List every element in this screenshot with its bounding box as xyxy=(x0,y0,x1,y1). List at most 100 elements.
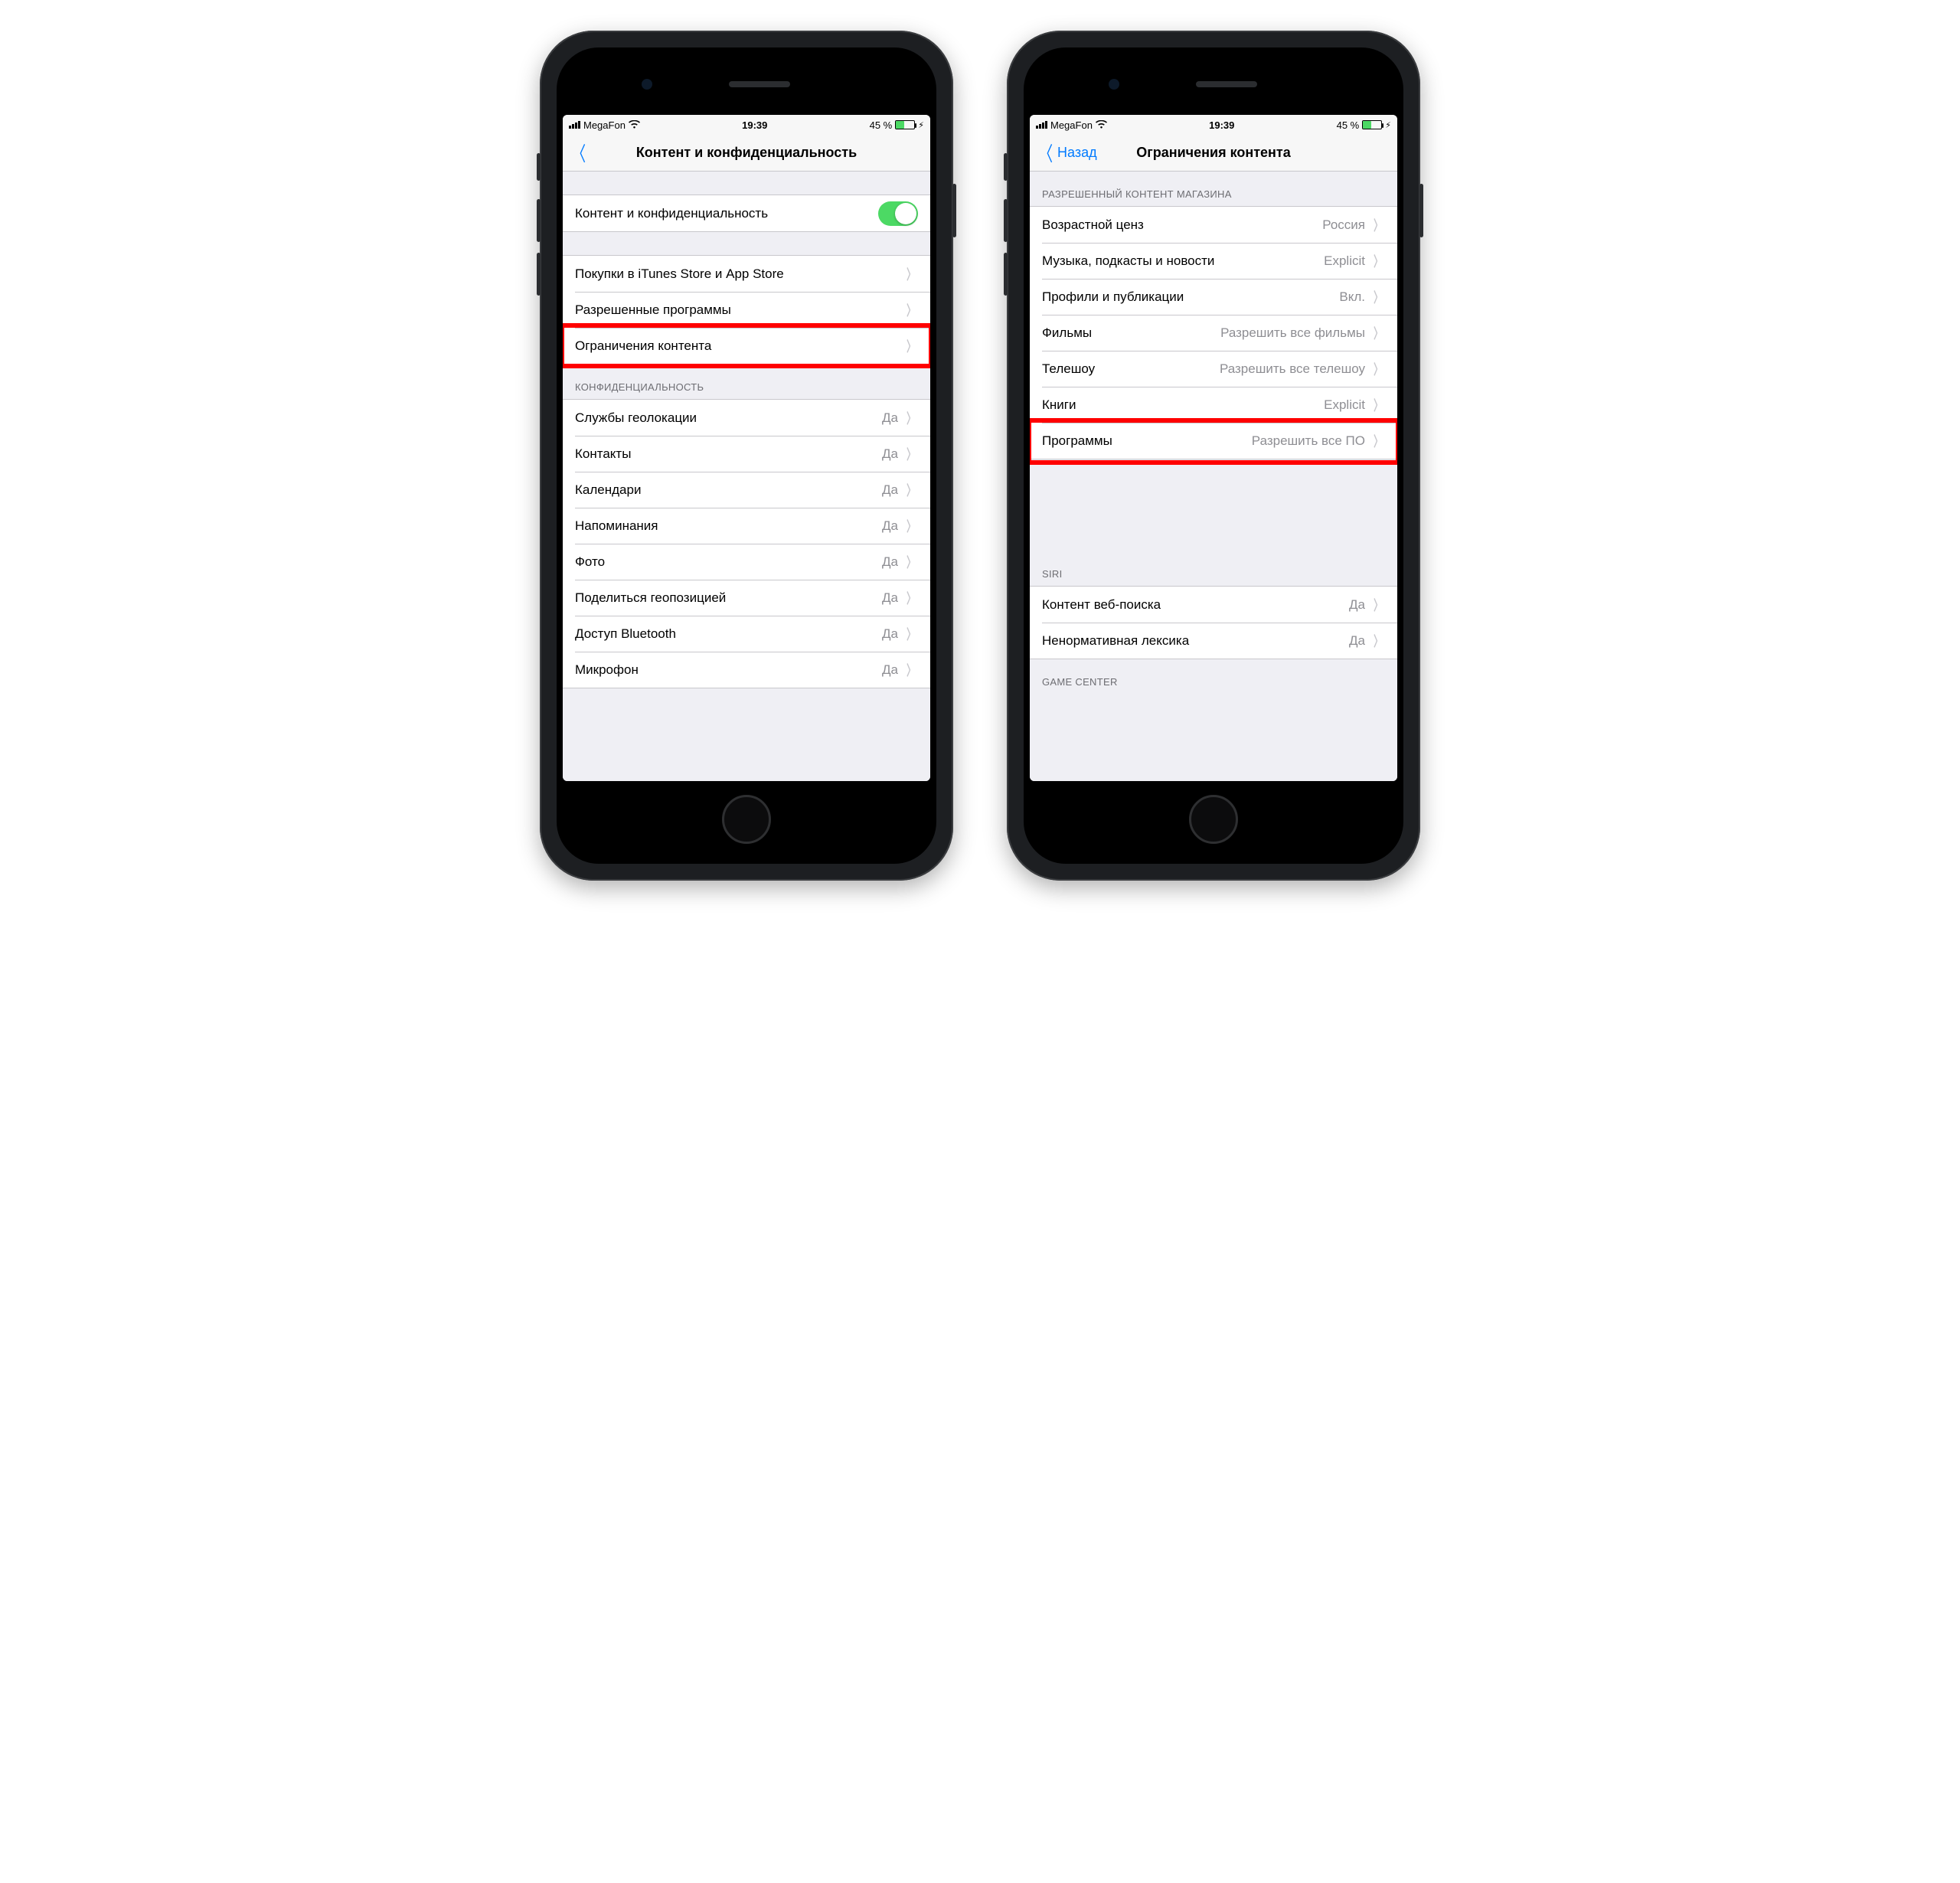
mute-switch xyxy=(1004,153,1008,181)
chevron-left-icon: 〈 xyxy=(572,139,586,167)
row-value: Да xyxy=(882,518,898,534)
row-value: Да xyxy=(882,590,898,606)
chevron-right-icon: 〉 xyxy=(906,660,916,680)
chevron-right-icon: 〉 xyxy=(906,516,916,536)
row-movies[interactable]: Фильмы Разрешить все фильмы 〉 xyxy=(1030,315,1397,351)
cellular-signal-icon xyxy=(569,121,580,129)
row-label: Телешоу xyxy=(1042,361,1095,377)
battery-percent: 45 % xyxy=(870,119,893,131)
back-button[interactable]: 〈 xyxy=(569,135,590,171)
row-value: Да xyxy=(882,662,898,678)
row-photos[interactable]: Фото Да 〉 xyxy=(563,544,930,580)
row-label: Профили и публикации xyxy=(1042,289,1184,305)
row-bluetooth[interactable]: Доступ Bluetooth Да〉 xyxy=(563,616,930,652)
row-value: Разрешить все фильмы xyxy=(1220,325,1365,341)
carrier-label: MegaFon xyxy=(1050,119,1093,131)
back-label: Назад xyxy=(1057,145,1097,161)
row-share-location[interactable]: Поделиться геопозицией Да 〉 xyxy=(563,580,930,616)
row-label: Возрастной ценз xyxy=(1042,217,1144,233)
row-label: Покупки в iTunes Store и App Store xyxy=(575,266,784,282)
row-label: Фильмы xyxy=(1042,325,1092,341)
row-label: Ненормативная лексика xyxy=(1042,633,1189,649)
row-reminders[interactable]: Напоминания Да 〉 xyxy=(563,508,930,544)
row-content-restrictions[interactable]: Ограничения контента 〉 xyxy=(563,328,930,364)
row-web-search-content[interactable]: Контент веб-поиска Да〉 xyxy=(1030,587,1397,623)
row-value: Explicit xyxy=(1324,397,1365,413)
clock: 19:39 xyxy=(742,119,767,131)
row-label: Разрешенные программы xyxy=(575,302,731,318)
row-label: Службы геолокации xyxy=(575,410,697,426)
row-value: Да xyxy=(882,626,898,642)
front-camera xyxy=(1109,79,1119,90)
row-value: Да xyxy=(882,482,898,498)
row-label: Ограничения контента xyxy=(575,338,711,354)
row-ratings-for[interactable]: Возрастной ценз Россия 〉 xyxy=(1030,207,1397,243)
row-value: Россия xyxy=(1322,217,1365,233)
row-value: Да xyxy=(1349,633,1365,649)
row-location-services[interactable]: Службы геолокации Да 〉 xyxy=(563,400,930,436)
cellular-signal-icon xyxy=(1036,121,1047,129)
row-value: Да xyxy=(882,554,898,570)
section-header-gamecenter: GAME CENTER xyxy=(1030,659,1397,694)
row-label: Поделиться геопозицией xyxy=(575,590,726,606)
page-title: Контент и конфиденциальность xyxy=(636,145,857,161)
navigation-bar: 〈 Назад Ограничения контента xyxy=(1030,135,1397,172)
volume-down xyxy=(1004,253,1008,296)
row-value: Да xyxy=(882,410,898,426)
row-label: Доступ Bluetooth xyxy=(575,626,676,642)
volume-down xyxy=(537,253,541,296)
chevron-right-icon: 〉 xyxy=(906,444,916,464)
chevron-right-icon: 〉 xyxy=(1374,395,1383,415)
charging-icon: ⚡︎ xyxy=(1385,120,1391,130)
row-value: Разрешить все телешоу xyxy=(1220,361,1365,377)
top-sensors xyxy=(1030,54,1397,115)
chevron-right-icon: 〉 xyxy=(1374,359,1383,379)
row-music-podcasts[interactable]: Музыка, подкасты и новости Explicit〉 xyxy=(1030,243,1397,279)
chevron-right-icon: 〉 xyxy=(1374,215,1383,235)
status-bar: MegaFon 19:39 45 % ⚡︎ xyxy=(1030,115,1397,135)
power-button xyxy=(952,184,956,237)
row-profiles[interactable]: Профили и публикации Вкл.〉 xyxy=(1030,279,1397,315)
chevron-right-icon: 〉 xyxy=(906,552,916,572)
home-button[interactable] xyxy=(1189,795,1238,844)
chevron-right-icon: 〉 xyxy=(906,264,916,284)
row-books[interactable]: Книги Explicit〉 xyxy=(1030,387,1397,423)
section-header-privacy: КОНФИДЕНЦИАЛЬНОСТЬ xyxy=(563,365,930,399)
chevron-right-icon: 〉 xyxy=(906,480,916,500)
chevron-right-icon: 〉 xyxy=(906,300,916,320)
chevron-right-icon: 〉 xyxy=(1374,323,1383,343)
chevron-right-icon: 〉 xyxy=(906,588,916,608)
row-microphone[interactable]: Микрофон Да 〉 xyxy=(563,652,930,688)
toggle-switch-on[interactable] xyxy=(878,201,918,226)
chevron-right-icon: 〉 xyxy=(1374,631,1383,651)
chevron-right-icon: 〉 xyxy=(1374,287,1383,307)
front-camera xyxy=(642,79,652,90)
row-allowed-apps[interactable]: Разрешенные программы 〉 xyxy=(563,292,930,328)
section-header-store: РАЗРЕШЕННЫЙ КОНТЕНТ МАГАЗИНА xyxy=(1030,172,1397,206)
screen: MegaFon 19:39 45 % ⚡︎ 〈 Контент и конфид… xyxy=(563,115,930,781)
wifi-icon xyxy=(629,119,640,130)
row-calendars[interactable]: Календари Да〉 xyxy=(563,472,930,508)
battery-percent: 45 % xyxy=(1337,119,1360,131)
row-label: Микрофон xyxy=(575,662,639,678)
earpiece-speaker xyxy=(1196,81,1257,87)
row-apps[interactable]: Программы Разрешить все ПО〉 xyxy=(1030,423,1397,459)
row-explicit-language[interactable]: Ненормативная лексика Да 〉 xyxy=(1030,623,1397,659)
battery-icon xyxy=(1362,120,1382,129)
navigation-bar: 〈 Контент и конфиденциальность xyxy=(563,135,930,172)
volume-up xyxy=(1004,199,1008,242)
row-label: Контент веб-поиска xyxy=(1042,597,1161,613)
row-itunes-purchases[interactable]: Покупки в iTunes Store и App Store 〉 xyxy=(563,256,930,292)
home-button[interactable] xyxy=(722,795,771,844)
row-contacts[interactable]: Контакты Да〉 xyxy=(563,436,930,472)
phone-right: MegaFon 19:39 45 % ⚡︎ 〈 Назад Ограничен xyxy=(1007,31,1420,881)
row-tv[interactable]: Телешоу Разрешить все телешоу 〉 xyxy=(1030,351,1397,387)
chevron-right-icon: 〉 xyxy=(906,408,916,428)
chevron-right-icon: 〉 xyxy=(906,336,916,356)
row-label: Напоминания xyxy=(575,518,658,534)
row-content-privacy-toggle[interactable]: Контент и конфиденциальность xyxy=(563,195,930,231)
row-value: Да xyxy=(882,446,898,462)
back-button[interactable]: 〈 Назад xyxy=(1036,135,1097,171)
phone-left: MegaFon 19:39 45 % ⚡︎ 〈 Контент и конфид… xyxy=(540,31,953,881)
row-label: Фото xyxy=(575,554,605,570)
